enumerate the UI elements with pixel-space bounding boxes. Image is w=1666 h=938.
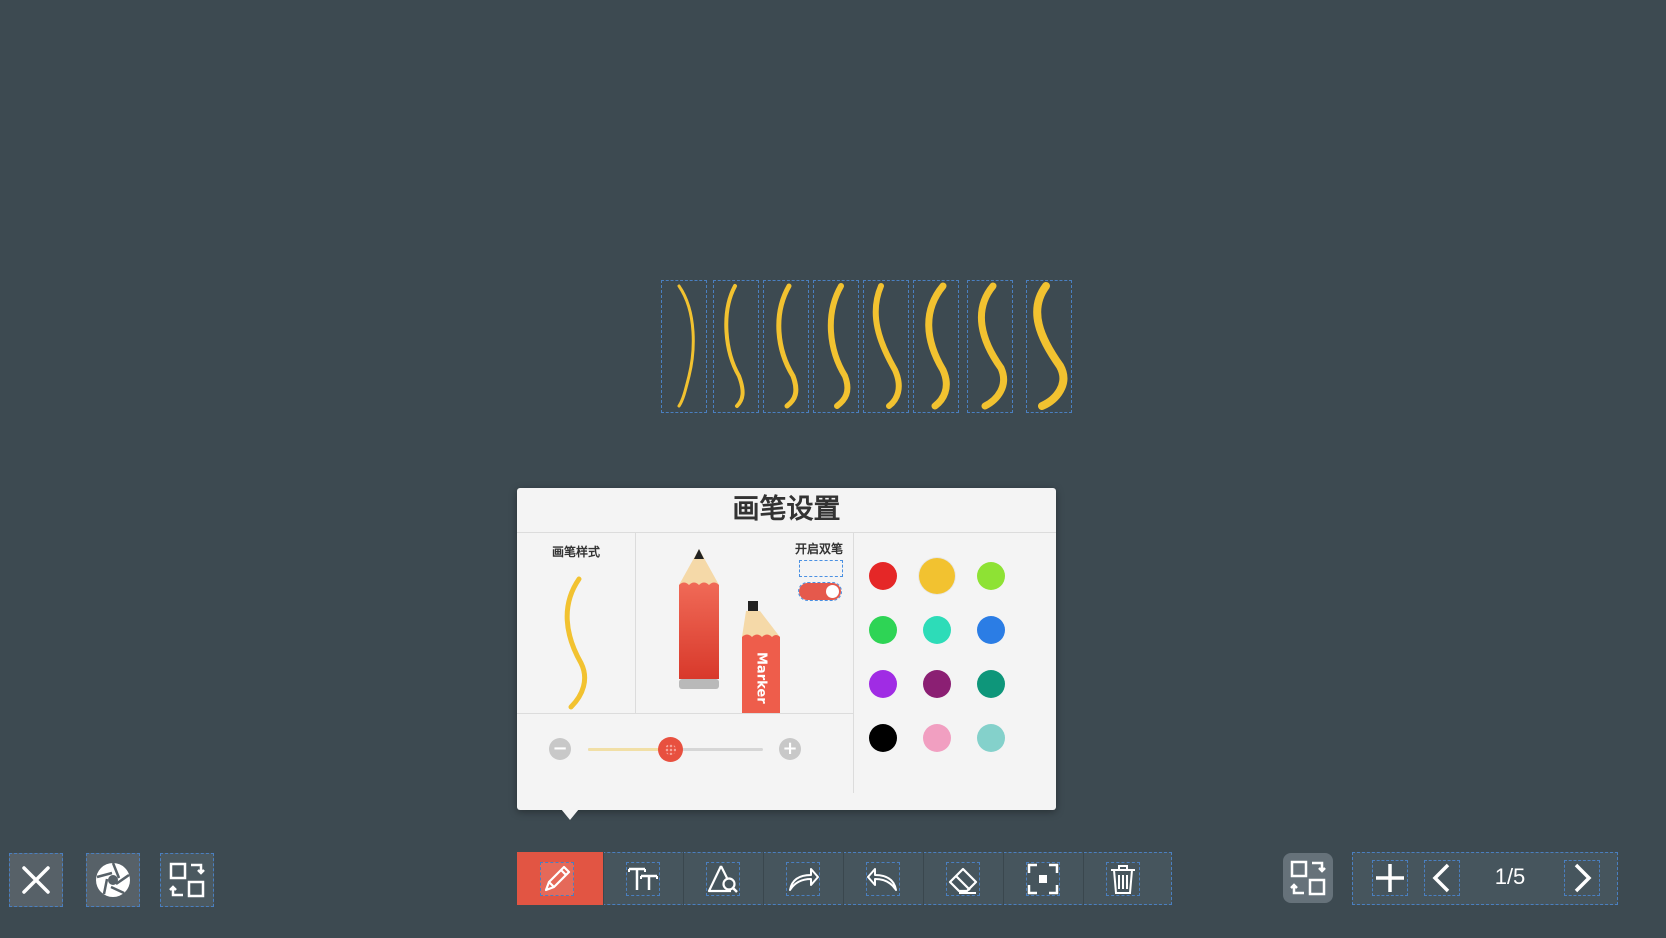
tool-eraser[interactable] <box>923 852 1004 905</box>
size-slider[interactable] <box>588 737 763 762</box>
drawing-toolbar <box>517 852 1172 905</box>
next-page-button[interactable] <box>1564 860 1600 896</box>
size-decrease-button[interactable]: − <box>549 738 571 760</box>
switch-layout-icon <box>1290 860 1326 896</box>
color-swatch[interactable] <box>923 724 951 752</box>
pen-type-panel: Marker 开启双笔 <box>635 533 853 714</box>
brush-sample[interactable] <box>1026 280 1072 413</box>
brush-sample[interactable] <box>713 280 759 413</box>
close-button[interactable] <box>9 853 63 907</box>
brush-style-panel: 画笔样式 <box>517 533 636 714</box>
brush-sample[interactable] <box>661 280 707 413</box>
page-navigator: 1/5 <box>1352 852 1618 905</box>
capture-button[interactable] <box>86 853 140 907</box>
dual-pen-toggle[interactable] <box>798 582 842 601</box>
color-palette <box>863 554 1053 774</box>
tool-undo[interactable] <box>843 852 924 905</box>
chevron-left-icon <box>1432 863 1450 893</box>
chevron-right-icon <box>1574 863 1592 893</box>
color-swatch[interactable] <box>869 562 897 590</box>
text-icon <box>626 862 660 896</box>
plus-icon <box>1376 864 1404 892</box>
popup-title: 画笔设置 <box>517 488 1056 533</box>
undo-icon <box>866 862 900 896</box>
pencil-icon[interactable] <box>675 547 723 693</box>
eraser-icon <box>946 862 980 896</box>
switch-layout-icon <box>169 862 205 898</box>
brush-sample[interactable] <box>913 280 959 413</box>
dual-pen-checkbox[interactable] <box>799 560 843 577</box>
pen-icon <box>540 862 574 896</box>
tool-delete[interactable] <box>1083 852 1172 905</box>
tool-fullscreen[interactable] <box>1003 852 1084 905</box>
color-swatch[interactable] <box>869 724 897 752</box>
size-control: − + <box>517 714 853 810</box>
trash-icon <box>1106 862 1140 896</box>
tool-redo[interactable] <box>763 852 844 905</box>
add-page-button[interactable] <box>1372 860 1408 896</box>
redo-icon <box>786 862 820 896</box>
brush-style-preview[interactable] <box>555 575 595 711</box>
color-swatch[interactable] <box>977 724 1005 752</box>
color-swatch[interactable] <box>977 562 1005 590</box>
brush-style-label: 画笔样式 <box>551 545 600 559</box>
color-swatch[interactable] <box>977 670 1005 698</box>
size-increase-button[interactable]: + <box>779 738 801 760</box>
switch-layout-button[interactable] <box>160 853 214 907</box>
dual-pen-label: 开启双笔 <box>795 542 844 556</box>
color-swatch[interactable] <box>923 670 951 698</box>
prev-page-button[interactable] <box>1424 860 1460 896</box>
tool-shape[interactable] <box>683 852 764 905</box>
brush-sample[interactable] <box>863 280 909 413</box>
aperture-icon <box>96 862 130 897</box>
tool-text[interactable] <box>603 852 684 905</box>
plus-icon: + <box>782 738 798 759</box>
fullscreen-icon <box>1026 862 1060 896</box>
color-swatch[interactable] <box>923 616 951 644</box>
page-indicator: 1/5 <box>1494 864 1526 889</box>
brush-sample[interactable] <box>763 280 809 413</box>
popup-pointer <box>561 809 579 820</box>
brush-sample[interactable] <box>813 280 859 413</box>
shape-icon <box>706 862 740 896</box>
minus-icon: − <box>552 738 568 759</box>
color-swatch[interactable] <box>869 616 897 644</box>
color-swatch[interactable] <box>919 558 955 594</box>
brush-sample[interactable] <box>967 280 1013 413</box>
close-icon <box>22 866 50 894</box>
toggle-knob <box>826 585 839 598</box>
marker-label: Marker <box>753 652 769 704</box>
pen-settings-popup: 画笔设置 画笔样式 Marker 开启双笔 − + <box>517 488 1056 810</box>
tool-pen[interactable] <box>517 852 604 905</box>
color-swatch[interactable] <box>977 616 1005 644</box>
slider-thumb[interactable] <box>658 737 684 762</box>
divider <box>853 533 854 793</box>
switch-screen-button[interactable] <box>1283 853 1333 903</box>
color-swatch[interactable] <box>869 670 897 698</box>
